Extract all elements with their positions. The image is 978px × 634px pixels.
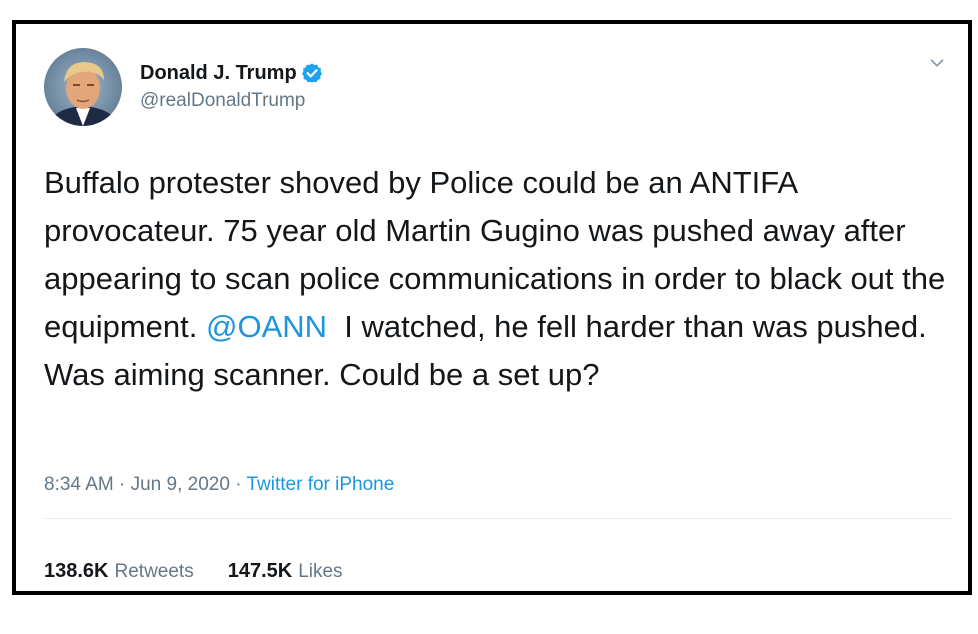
meta-separator: · [113, 474, 131, 495]
author-block: Donald J. Trump @realDonaldTrump [140, 60, 323, 114]
name-row: Donald J. Trump [140, 60, 323, 86]
tweet-text: Buffalo protester shoved by Police could… [44, 159, 959, 399]
meta-separator: · [229, 474, 247, 495]
retweets-label: Retweets [114, 561, 194, 582]
retweets-stat[interactable]: 138.6K Retweets [44, 558, 194, 585]
chevron-down-icon[interactable] [926, 52, 948, 74]
mention-link[interactable]: @OANN [206, 309, 327, 344]
tweet-time[interactable]: 8:34 AM [44, 474, 114, 495]
tweet-source-link[interactable]: Twitter for iPhone [246, 474, 394, 495]
likes-label: Likes [298, 561, 343, 582]
divider [44, 518, 952, 519]
avatar[interactable] [44, 48, 122, 126]
tweet-date[interactable]: Jun 9, 2020 [131, 474, 230, 495]
tweet-meta: 8:34 AM · Jun 9, 2020 · Twitter for iPho… [44, 472, 394, 498]
tweet-card: Donald J. Trump @realDonaldTrump Buffalo… [12, 20, 972, 595]
tweet-stats: 138.6K Retweets 147.5K Likes [44, 558, 377, 585]
handle[interactable]: @realDonaldTrump [140, 88, 323, 114]
tweet-header: Donald J. Trump @realDonaldTrump [44, 46, 323, 128]
likes-stat[interactable]: 147.5K Likes [228, 558, 343, 585]
verified-badge-icon [301, 62, 323, 84]
likes-count: 147.5K [227, 560, 293, 582]
retweets-count: 138.6K [44, 560, 109, 582]
display-name[interactable]: Donald J. Trump [140, 60, 297, 86]
